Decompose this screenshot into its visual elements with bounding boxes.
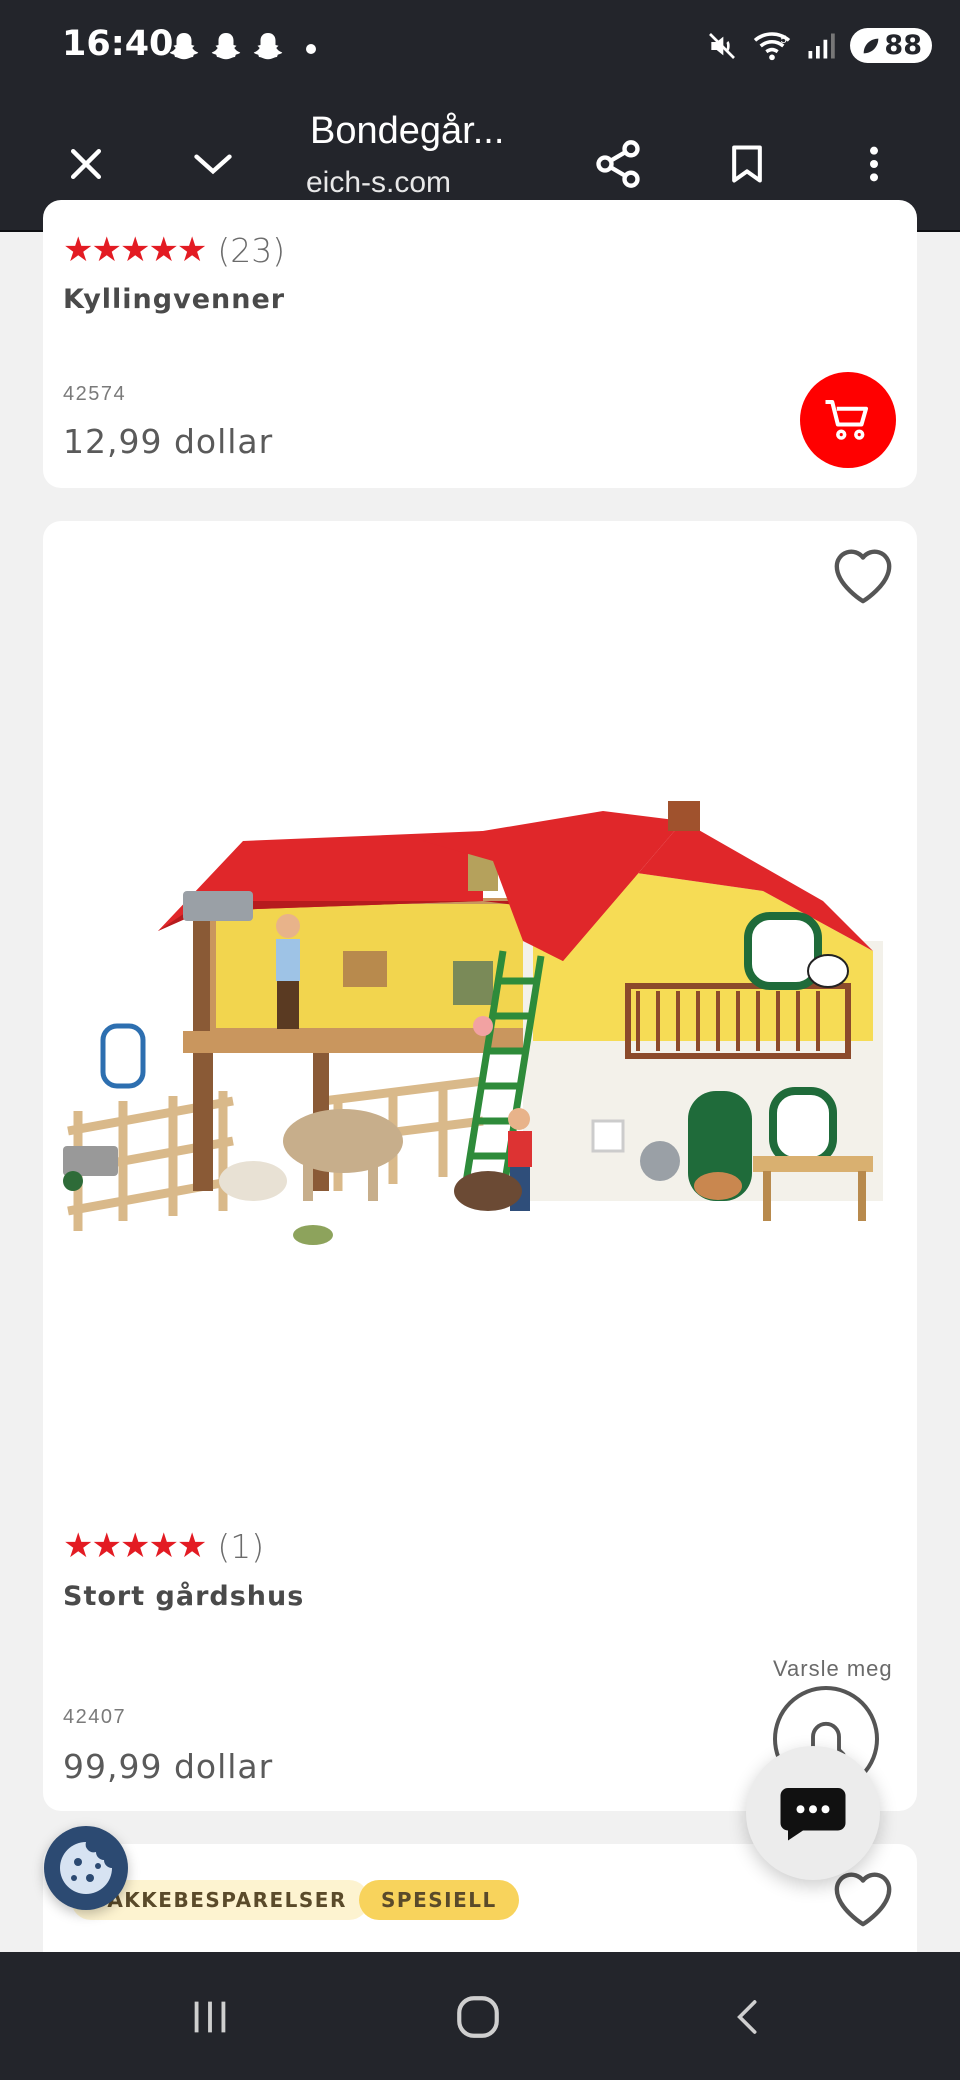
back-button[interactable]	[708, 1982, 788, 2052]
rating-count: (23)	[217, 230, 286, 270]
home-icon	[457, 1996, 499, 2038]
cart-icon	[825, 399, 869, 440]
close-icon	[70, 148, 102, 180]
chevron-down-icon	[194, 154, 232, 175]
cookie-icon	[60, 1842, 112, 1894]
page-title[interactable]: Bondegår...	[310, 110, 570, 153]
star-icon: ★★★★★	[63, 1527, 207, 1565]
star-icon: ★★★★★	[63, 231, 207, 269]
heart-icon[interactable]	[828, 543, 898, 607]
share-icon	[596, 140, 640, 188]
notify-me-label[interactable]: Varsle meg	[773, 1656, 893, 1682]
recent-apps-icon	[194, 2001, 226, 2033]
chat-icon	[780, 1788, 846, 1841]
product-sku: 42574	[63, 383, 127, 405]
product-name[interactable]: Stort gårdshus	[63, 1581, 304, 1612]
add-to-cart-button[interactable]	[800, 372, 896, 468]
snapchat-icon	[211, 33, 241, 60]
more-vert-icon	[870, 146, 878, 182]
wifi-icon: 5	[754, 31, 791, 60]
home-button[interactable]	[438, 1982, 518, 2052]
network-type: 5	[781, 34, 787, 46]
product-card[interactable]: ★★★★★ (1) Stort gårdshus 42407 99,99 dol…	[43, 521, 917, 1811]
minimize-button[interactable]	[173, 124, 253, 204]
product-price: 12,99 dollar	[63, 422, 274, 461]
special-badge: SPESIELL	[359, 1880, 519, 1920]
snapchat-icon	[169, 33, 199, 60]
chat-button[interactable]	[746, 1746, 880, 1880]
more-options-button[interactable]	[834, 124, 914, 204]
signal-icon	[808, 33, 836, 58]
fence-illustration	[67, 1076, 484, 1231]
status-bar: 16:40 5 88	[0, 0, 960, 96]
share-button[interactable]	[578, 124, 658, 204]
notification-icons	[166, 30, 286, 66]
rating: ★★★★★ (1)	[63, 1526, 264, 1566]
page-url[interactable]: eich-s.com	[306, 166, 506, 200]
rating: ★★★★★ (23)	[63, 230, 285, 270]
battery-level: 88	[884, 30, 922, 61]
product-price: 99,99 dollar	[63, 1747, 274, 1786]
more-notifications-dot	[306, 44, 316, 54]
bookmark-icon	[732, 145, 762, 183]
product-name[interactable]: Kyllingvenner	[63, 284, 285, 315]
product-card[interactable]: ★★★★★ (23) Kyllingvenner 42574 12,99 dol…	[43, 200, 917, 488]
back-icon	[737, 2000, 757, 2034]
cookie-settings-button[interactable]	[44, 1826, 128, 1910]
battery-saver-icon	[864, 38, 879, 53]
mute-icon	[709, 32, 736, 59]
battery-indicator: 88	[850, 28, 932, 63]
bookmark-button[interactable]	[707, 124, 787, 204]
status-right: 5 88	[706, 28, 932, 63]
system-nav-bar	[0, 1952, 960, 2080]
snapchat-icon	[253, 33, 283, 60]
product-image[interactable]	[63, 801, 897, 1351]
close-button[interactable]	[46, 124, 126, 204]
status-time: 16:40	[62, 24, 174, 64]
recent-apps-button[interactable]	[170, 1982, 250, 2052]
heart-icon[interactable]	[828, 1866, 898, 1930]
product-sku: 42407	[63, 1706, 127, 1728]
rating-count: (1)	[217, 1526, 265, 1566]
